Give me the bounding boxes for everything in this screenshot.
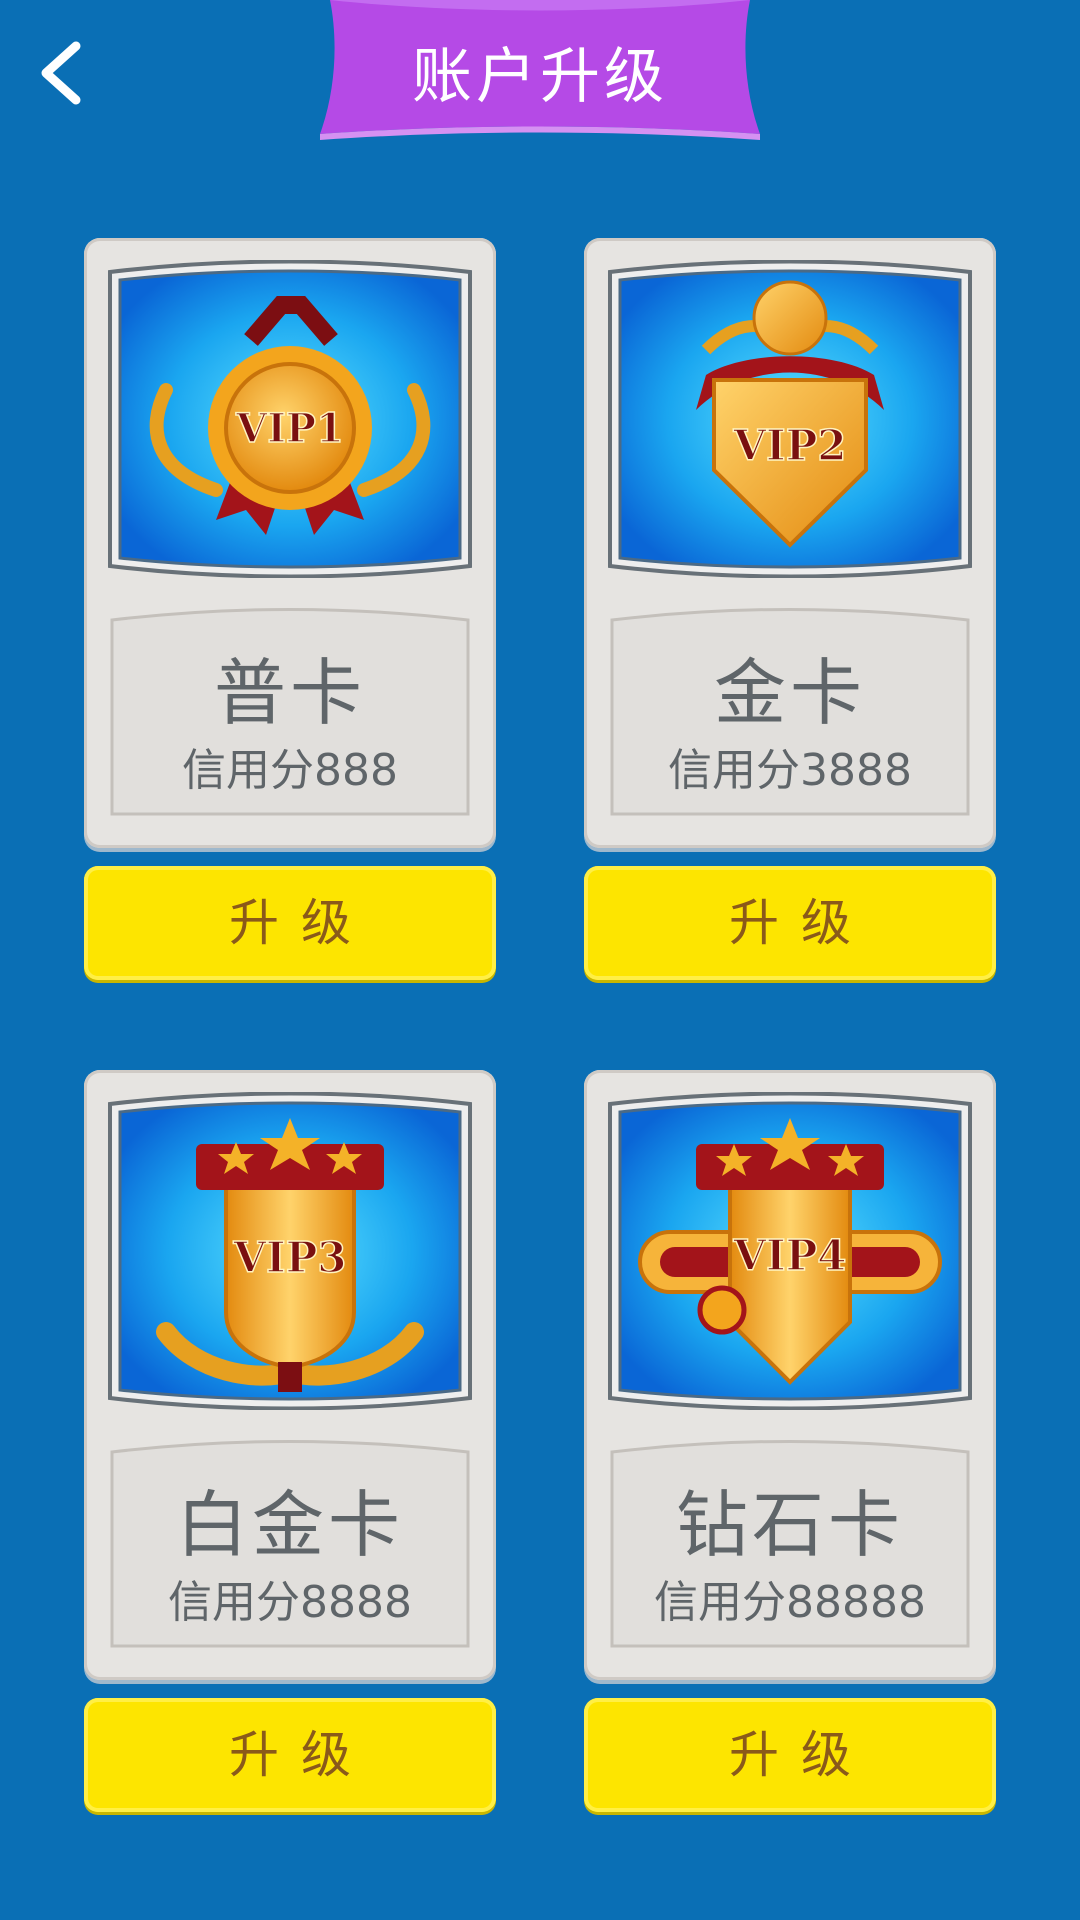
card-info: 金卡 信用分3888 [610,606,970,816]
svg-text:VIP3: VIP3 [232,1233,346,1282]
card-art: VIP4 [606,1092,974,1410]
card-art: VIP3 [106,1092,474,1410]
upgrade-button-4[interactable]: 升级 [584,1698,996,1812]
svg-text:VIP1: VIP1 [235,405,344,452]
card-credit: 信用分888 [182,745,398,796]
card-name: 金卡 [713,651,866,735]
upgrade-button-3[interactable]: 升级 [84,1698,496,1812]
vip-card-2: VIP2 金卡 信用分3888 [584,238,996,848]
back-button[interactable] [30,38,100,108]
card-info: 普卡 信用分888 [110,606,470,816]
card-credit: 信用分3888 [668,745,912,796]
title-banner: 账户升级 [320,0,760,140]
upgrade-button-1[interactable]: 升级 [84,866,496,980]
svg-text:VIP4: VIP4 [732,1231,846,1280]
svg-text:VIP2: VIP2 [732,421,846,470]
page-title: 账户升级 [412,42,668,112]
upgrade-button-2[interactable]: 升级 [584,866,996,980]
card-name: 普卡 [213,651,366,735]
card-art: VIP1 [106,260,474,578]
card-info: 白金卡 信用分8888 [110,1438,470,1648]
card-name: 钻石卡 [675,1483,904,1567]
card-art: VIP2 [606,260,974,578]
card-credit: 信用分88888 [654,1577,926,1628]
chevron-left-icon [41,41,81,105]
card-credit: 信用分8888 [168,1577,412,1628]
card-info: 钻石卡 信用分88888 [610,1438,970,1648]
vip-card-1: VIP1 普卡 信用分888 [84,238,496,848]
card-name: 白金卡 [175,1483,404,1567]
vip-card-3: VIP3 白金卡 信用分8888 [84,1070,496,1680]
vip-card-4: VIP4 钻石卡 信用分88888 [584,1070,996,1680]
